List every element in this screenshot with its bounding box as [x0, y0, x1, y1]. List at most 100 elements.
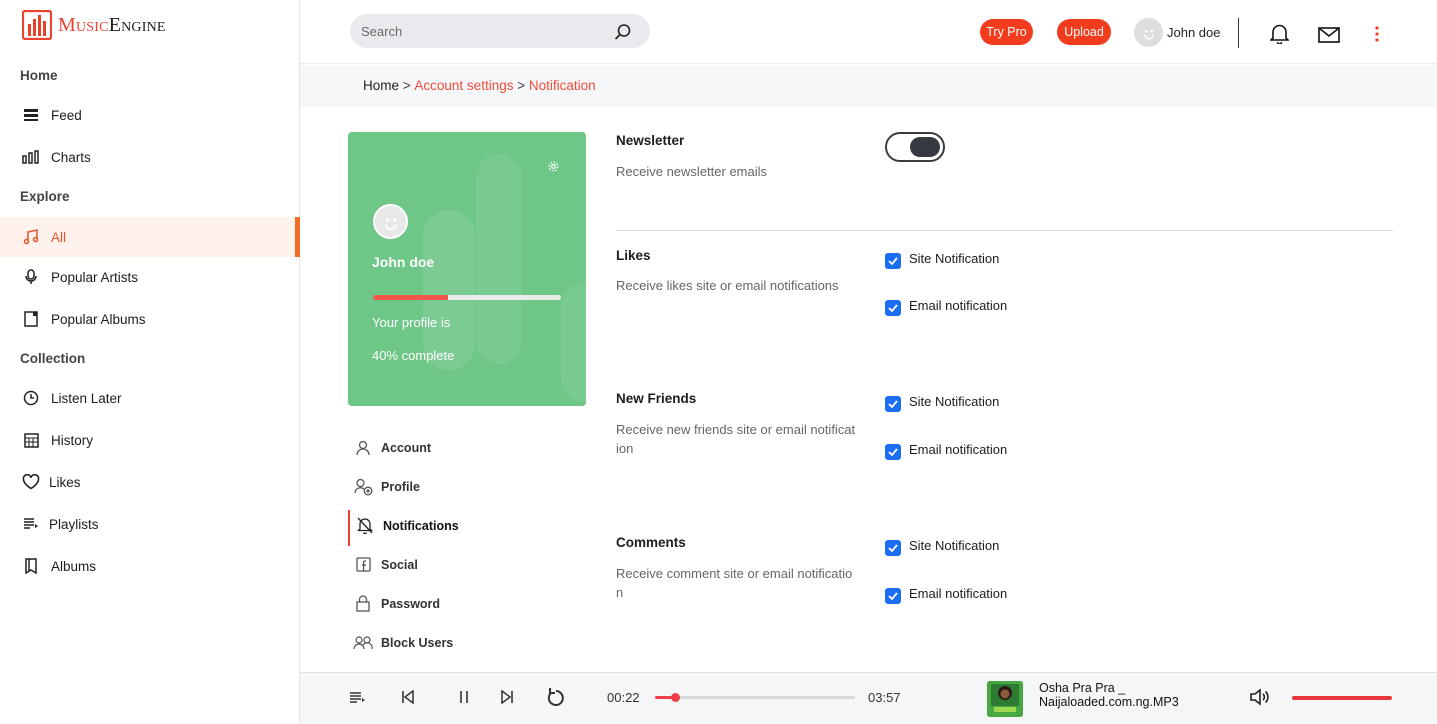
- mail-icon[interactable]: [1318, 27, 1340, 48]
- section-explore: Explore: [20, 189, 70, 204]
- comments-site-checkbox[interactable]: Site Notification: [885, 535, 999, 556]
- sidebar-item-playlists[interactable]: Playlists: [0, 504, 300, 544]
- newsletter-toggle[interactable]: [885, 132, 945, 162]
- logo-text: MusicEngine: [58, 13, 166, 36]
- sidebar-item-label: Feed: [51, 107, 82, 123]
- sidebar-item-label: Likes: [49, 474, 81, 490]
- settings-nav-social[interactable]: Social: [348, 545, 586, 584]
- app: MusicEngine Home Feed Charts Explore All: [0, 0, 1437, 724]
- upload-button[interactable]: Upload: [1057, 19, 1111, 45]
- newsletter-title: Newsletter: [616, 133, 685, 148]
- seek-handle[interactable]: [671, 693, 680, 702]
- checkbox-label: Email notification: [909, 442, 1008, 457]
- sidebar-item-label: Charts: [51, 149, 91, 165]
- lock-icon: [353, 594, 373, 614]
- checkbox-checked-icon: [885, 300, 901, 316]
- search-icon[interactable]: [614, 23, 632, 46]
- sidebar-item-feed[interactable]: Feed: [0, 95, 300, 135]
- new-friends-site-checkbox[interactable]: Site Notification: [885, 391, 999, 412]
- sidebar-item-listen-later[interactable]: Listen Later: [0, 378, 300, 418]
- settings-nav-block-users[interactable]: Block Users: [348, 623, 586, 662]
- new-friends-title: New Friends: [616, 391, 697, 406]
- duration-time: 03:57: [868, 690, 901, 705]
- new-friends-desc: Receive new friends site or email notifi…: [616, 422, 856, 456]
- bell-icon[interactable]: [1269, 23, 1290, 49]
- profile-card: John doe Your profile is 40% complete: [348, 132, 586, 406]
- profile-progress-text: Your profile is: [372, 315, 451, 330]
- breadcrumb: Home > Account settings > Notification: [363, 78, 596, 93]
- elapsed-time: 00:22: [607, 690, 640, 705]
- new-friends-email-checkbox[interactable]: Email notification: [885, 439, 1007, 460]
- heart-icon: [21, 472, 41, 492]
- checkbox-label: Site Notification: [909, 251, 1000, 266]
- breadcrumb-separator: >: [513, 78, 529, 93]
- settings-nav-label: Password: [381, 596, 441, 611]
- settings-nav-password[interactable]: Password: [348, 584, 586, 623]
- settings-nav-account[interactable]: Account: [348, 428, 586, 467]
- settings-nav-label: Block Users: [381, 635, 454, 650]
- settings-nav-label: Social: [381, 557, 418, 572]
- likes-site-checkbox[interactable]: Site Notification: [885, 248, 999, 269]
- sidebar-item-history[interactable]: History: [0, 420, 300, 460]
- sidebar-item-popular-artists[interactable]: Popular Artists: [0, 257, 300, 297]
- settings-nav: Account Profile Notifications Social Pas…: [348, 428, 586, 662]
- volume-icon[interactable]: [1250, 688, 1270, 711]
- sidebar: MusicEngine Home Feed Charts Explore All: [0, 0, 300, 724]
- clock-icon: [21, 388, 41, 408]
- pause-icon[interactable]: [459, 690, 469, 709]
- settings-nav-notifications[interactable]: Notifications: [348, 506, 586, 546]
- toggle-knob: [910, 137, 940, 157]
- likes-title: Likes: [616, 248, 651, 263]
- sidebar-item-popular-albums[interactable]: Popular Albums: [0, 299, 300, 339]
- sidebar-item-label: Listen Later: [51, 390, 122, 406]
- logo[interactable]: MusicEngine: [22, 10, 166, 40]
- music-note-icon: [21, 227, 41, 247]
- seek-bar[interactable]: [655, 693, 855, 702]
- breadcrumb-account-settings[interactable]: Account settings: [414, 78, 513, 93]
- breadcrumb-bar: Home > Account settings > Notification: [300, 65, 1437, 107]
- comments-title: Comments: [616, 535, 686, 550]
- album-cover[interactable]: [987, 681, 1023, 717]
- user-add-icon: [353, 477, 373, 497]
- next-icon[interactable]: [501, 689, 514, 709]
- profile-progress-percent: 40% complete: [372, 348, 455, 363]
- search-box[interactable]: [350, 14, 650, 48]
- profile-name: John doe: [372, 254, 435, 270]
- sidebar-item-charts[interactable]: Charts: [0, 137, 300, 177]
- sidebar-item-likes[interactable]: Likes: [0, 462, 300, 502]
- decorative-shape: [423, 210, 475, 370]
- breadcrumb-current: Notification: [528, 78, 596, 93]
- topbar: Try Pro Upload John doe: [300, 0, 1437, 64]
- search-input[interactable]: [361, 23, 601, 39]
- volume-slider[interactable]: [1292, 696, 1392, 700]
- microphone-icon: [21, 267, 41, 287]
- previous-icon[interactable]: [401, 689, 414, 709]
- settings-nav-profile[interactable]: Profile: [348, 467, 586, 506]
- breadcrumb-home[interactable]: Home: [363, 78, 399, 93]
- breadcrumb-separator: >: [399, 78, 415, 93]
- likes-desc: Receive likes site or email notification…: [616, 278, 839, 293]
- sidebar-item-all[interactable]: All: [0, 217, 300, 257]
- more-vertical-icon[interactable]: [1374, 25, 1380, 48]
- repeat-icon[interactable]: [547, 687, 565, 711]
- checkbox-checked-icon: [885, 444, 901, 460]
- comments-email-checkbox[interactable]: Email notification: [885, 583, 1007, 604]
- calendar-icon: [21, 430, 41, 450]
- decorative-shape: [561, 282, 586, 402]
- likes-email-checkbox[interactable]: Email notification: [885, 295, 1007, 316]
- music-player: 00:22 03:57 Osha Pra Pra _ Naijaloaded.c…: [300, 672, 1437, 724]
- playlist-icon: [21, 514, 41, 534]
- queue-icon[interactable]: [349, 691, 366, 709]
- logo-icon: [22, 10, 52, 40]
- section-home: Home: [20, 68, 58, 83]
- sidebar-item-label: History: [51, 432, 94, 448]
- user-menu[interactable]: John doe: [1134, 18, 1221, 47]
- feed-icon: [21, 105, 41, 125]
- checkbox-label: Email notification: [909, 586, 1008, 601]
- sidebar-item-albums[interactable]: Albums: [0, 546, 300, 586]
- gear-icon[interactable]: [547, 160, 560, 178]
- section-divider: [616, 230, 1393, 231]
- profile-progress-bar: [373, 295, 561, 300]
- facebook-icon: [353, 555, 373, 575]
- try-pro-button[interactable]: Try Pro: [980, 19, 1033, 45]
